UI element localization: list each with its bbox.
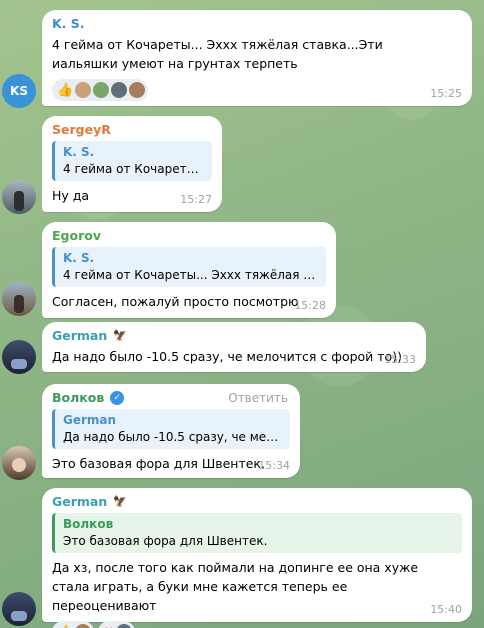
reply-preview[interactable]: German Да надо было -10.5 сразу, че мело… (52, 409, 290, 449)
message-bubble[interactable]: Egorov K. S. 4 гейма от Кочареты... Эххх… (42, 222, 336, 318)
reply-button[interactable]: Ответить (228, 391, 288, 405)
avatar[interactable] (2, 180, 36, 214)
sender-name[interactable]: K. S. (52, 16, 462, 31)
avatar-mini (111, 82, 128, 98)
reply-text: 4 гейма от Кочареты... Эххх тяжёлая ста.… (63, 268, 326, 282)
message-text: Это базовая фора для Швентек. (52, 456, 265, 471)
reply-author: K. S. (63, 145, 95, 159)
message-text: Да надо было -10.5 сразу, че мелочится с… (52, 349, 402, 364)
message-text: Согласен, пожалуй просто посмотрю (52, 294, 299, 309)
message-bubble[interactable]: K. S. 4 гейма от Кочареты... Эххх тяжёла… (42, 10, 472, 106)
verified-badge-icon: ✓ (110, 390, 125, 405)
sender-name[interactable]: German 🦅 (52, 328, 416, 343)
avatar[interactable] (2, 592, 36, 626)
heart-icon: ❤ (103, 625, 114, 628)
avatar-mini (116, 624, 133, 628)
avatar-photo (14, 191, 24, 211)
avatar[interactable] (2, 340, 36, 374)
avatar-mini (129, 82, 146, 98)
avatar-photo (14, 295, 24, 313)
reply-preview[interactable]: K. S. 4 гейма от Кочареты... Эххх тяжёла… (52, 247, 326, 287)
reactions: 👍 ❤ (52, 621, 462, 628)
message-bubble[interactable]: Волков ✓ Ответить German Да надо было -1… (42, 384, 300, 478)
avatar[interactable] (2, 446, 36, 480)
sender-name[interactable]: SergeyR (52, 122, 212, 137)
avatar-mini (75, 624, 92, 628)
avatar[interactable] (2, 282, 36, 316)
message-text: 4 гейма от Кочареты... Эххх тяжёлая став… (52, 37, 383, 71)
reaction-thumbs-up[interactable]: 👍 (52, 621, 95, 628)
timestamp: 15:40 (430, 603, 462, 616)
sender-name[interactable]: German 🦅 (52, 494, 462, 509)
reaction-heart[interactable]: ❤ (98, 621, 136, 628)
timestamp: 15:33 (384, 353, 416, 366)
sender-name[interactable]: Egorov (52, 228, 326, 243)
message-bubble[interactable]: German 🦅 Да надо было -10.5 сразу, че ме… (42, 322, 426, 372)
reply-preview[interactable]: Волков Это базовая фора для Швентек. (52, 513, 462, 553)
timestamp: 15:34 (258, 459, 290, 472)
avatar-mini (75, 82, 92, 98)
bird-icon: 🦅 (113, 329, 127, 342)
reaction-thumbs-up[interactable]: 👍 (52, 79, 149, 101)
thumbs-up-icon: 👍 (57, 625, 73, 628)
message-bubble[interactable]: German 🦅 Волков Это базовая фора для Шве… (42, 488, 472, 628)
reactions: 👍 (52, 79, 462, 101)
avatar-photo (12, 458, 26, 472)
avatar-photo (11, 611, 27, 621)
avatar-mini (93, 82, 110, 98)
bird-icon: 🦅 (113, 495, 127, 508)
message-text: Да хз, после того как поймали на допинге… (52, 560, 419, 613)
reply-preview[interactable]: K. S. 4 гейма от Кочареты.... (52, 141, 212, 181)
avatar[interactable]: KS (2, 74, 36, 108)
reply-author: German (63, 413, 117, 427)
reply-author: K. S. (63, 251, 95, 265)
thumbs-up-icon: 👍 (57, 82, 74, 98)
reply-text: Да надо было -10.5 сразу, че мело... (63, 430, 290, 444)
timestamp: 15:27 (180, 193, 212, 206)
reply-author: Волков (63, 517, 114, 531)
reply-text: Это базовая фора для Швентек. (63, 534, 268, 548)
reply-text: 4 гейма от Кочареты.... (63, 162, 212, 176)
message-bubble[interactable]: SergeyR K. S. 4 гейма от Кочареты.... Ну… (42, 116, 222, 212)
avatar-photo (11, 359, 27, 369)
timestamp: 15:28 (294, 299, 326, 312)
timestamp: 15:25 (430, 87, 462, 100)
avatar-initials: KS (10, 84, 28, 98)
